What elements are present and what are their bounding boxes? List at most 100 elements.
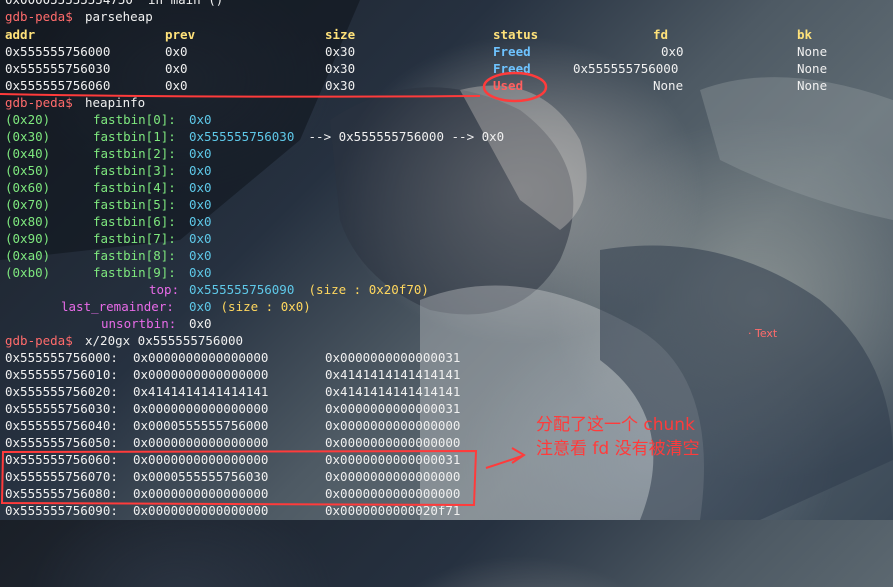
cell-fd: 0x0	[661, 44, 684, 59]
mem-qword: 0x4141414141414141	[325, 384, 461, 399]
parseheap-row: 0x555555756060 0x0 0x30 Used None None	[5, 77, 827, 94]
cell-addr: 0x555555756030	[5, 61, 111, 76]
fastbin-chain: --> 0x555555756000 --> 0x0	[301, 129, 505, 144]
mem-qword: 0x0000000000000000	[325, 469, 461, 484]
command-line-x20gx: gdb-peda$ x/20gx 0x555555756000	[5, 332, 243, 349]
cell-fd: None	[653, 78, 684, 93]
mem-qword: 0x4141414141414141	[133, 384, 269, 399]
fastbin-label: fastbin[6]:	[93, 214, 176, 229]
memdump-row: 0x555555756070: 0x0000555555756030 0x000…	[5, 468, 460, 485]
memdump-row: 0x555555756020: 0x4141414141414141 0x414…	[5, 383, 460, 400]
command-line-parseheap: gdb-peda$ parseheap	[5, 8, 153, 25]
mem-qword: 0x4141414141414141	[325, 367, 461, 382]
fastbin-size: (0x80)	[5, 214, 51, 229]
mem-qword: 0x0000000000000031	[325, 452, 461, 467]
mem-addr: 0x555555756000:	[5, 350, 118, 365]
memdump-row: 0x555555756060: 0x0000000000000000 0x000…	[5, 451, 460, 468]
fastbin-row: (0xa0) fastbin[8]: 0x0	[5, 247, 212, 264]
mem-qword: 0x0000000000020f71	[325, 503, 461, 518]
top-chunk-row: top: 0x555555756090 (size : 0x20f70)	[5, 281, 429, 298]
memdump-row: 0x555555756010: 0x0000000000000000 0x414…	[5, 366, 460, 383]
fastbin-label: fastbin[2]:	[93, 146, 176, 161]
fastbin-size: (0xb0)	[5, 265, 51, 280]
mem-qword: 0x0000000000000000	[133, 350, 269, 365]
col-addr-header: addr	[5, 27, 36, 42]
cell-bk: None	[797, 61, 828, 76]
annotation-text-line2: 注意看 fd 没有被清空	[536, 439, 700, 459]
mem-qword: 0x0000000000000000	[325, 418, 461, 433]
fastbin-size: (0x60)	[5, 180, 51, 195]
previous-output-line: 0x000055555554750 in main ()	[5, 0, 223, 8]
command-text: heapinfo	[85, 95, 146, 110]
last-remainder-size: (size : 0x0)	[213, 299, 311, 314]
terminal-output: 0x000055555554750 in main () gdb-peda$ p…	[0, 0, 893, 520]
memdump-row: 0x555555756080: 0x0000000000000000 0x000…	[5, 485, 460, 502]
mem-qword: 0x0000000000000000	[133, 452, 269, 467]
mem-qword: 0x0000000000000000	[133, 435, 269, 450]
fastbin-row: (0x50) fastbin[3]: 0x0	[5, 162, 212, 179]
fastbin-label: fastbin[1]:	[93, 129, 176, 144]
top-label: top:	[149, 282, 180, 297]
fastbin-label: fastbin[5]:	[93, 197, 176, 212]
cell-addr: 0x555555756000	[5, 44, 111, 59]
cell-fd: 0x555555756000	[573, 61, 679, 76]
mem-qword: 0x0000000000000000	[133, 486, 269, 501]
cell-bk: None	[797, 78, 828, 93]
cell-prev: 0x0	[165, 61, 188, 76]
top-size: (size : 0x20f70)	[301, 282, 429, 297]
mem-addr: 0x555555756010:	[5, 367, 118, 382]
fastbin-label: fastbin[4]:	[93, 180, 176, 195]
mem-addr: 0x555555756020:	[5, 384, 118, 399]
mem-addr: 0x555555756040:	[5, 418, 118, 433]
previous-output-text: 0x000055555554750 in main ()	[5, 0, 223, 8]
last-remainder-value: 0x0	[189, 299, 212, 314]
fastbin-value: 0x0	[189, 163, 212, 178]
parseheap-row: 0x555555756000 0x0 0x30 Freed 0x0 None	[5, 43, 827, 60]
cell-addr: 0x555555756060	[5, 78, 111, 93]
fastbin-row: (0xb0) fastbin[9]: 0x0	[5, 264, 212, 281]
memdump-row: 0x555555756090: 0x0000000000000000 0x000…	[5, 502, 460, 519]
fastbin-row: (0x90) fastbin[7]: 0x0	[5, 230, 212, 247]
cell-prev: 0x0	[165, 44, 188, 59]
fastbin-row: (0x20) fastbin[0]: 0x0	[5, 111, 212, 128]
mem-qword: 0x0000555555756000	[133, 418, 269, 433]
fastbin-label: fastbin[3]:	[93, 163, 176, 178]
fastbin-size: (0xa0)	[5, 248, 51, 263]
fastbin-row: (0x70) fastbin[5]: 0x0	[5, 196, 212, 213]
fastbin-size: (0x90)	[5, 231, 51, 246]
parseheap-header: addr prev size status fd bk	[5, 26, 812, 43]
fastbin-value: 0x0	[189, 146, 212, 161]
unsortbin-value: 0x0	[189, 316, 212, 331]
parseheap-row: 0x555555756030 0x0 0x30 Freed 0x55555575…	[5, 60, 827, 77]
col-fd-header: fd	[653, 27, 669, 42]
fastbin-value: 0x0	[189, 180, 212, 195]
command-text: parseheap	[85, 9, 153, 24]
fastbin-size: (0x70)	[5, 197, 51, 212]
command-line-heapinfo: gdb-peda$ heapinfo	[5, 94, 145, 111]
col-size-header: size	[325, 27, 356, 42]
fastbin-row: (0x60) fastbin[4]: 0x0	[5, 179, 212, 196]
cell-size: 0x30	[325, 44, 356, 59]
mem-qword: 0x0000000000000000	[325, 435, 461, 450]
mem-qword: 0x0000555555756030	[133, 469, 269, 484]
mem-addr: 0x555555756070:	[5, 469, 118, 484]
fastbin-size: (0x30)	[5, 129, 51, 144]
mem-addr: 0x555555756090:	[5, 503, 118, 518]
mem-addr: 0x555555756080:	[5, 486, 118, 501]
cell-status: Freed	[493, 44, 531, 59]
fastbin-size: (0x20)	[5, 112, 51, 127]
fastbin-label: fastbin[0]:	[93, 112, 176, 127]
fastbin-row: (0x30) fastbin[1]: 0x555555756030 --> 0x…	[5, 128, 504, 145]
fastbin-value: 0x0	[189, 231, 212, 246]
last-remainder-label: last_remainder:	[61, 299, 174, 314]
memdump-row: 0x555555756000: 0x0000000000000000 0x000…	[5, 349, 460, 366]
annotation-side-tag: · Text	[748, 327, 778, 340]
mem-qword: 0x0000000000000000	[133, 503, 269, 518]
fastbin-value: 0x0	[189, 214, 212, 229]
mem-qword: 0x0000000000000031	[325, 350, 461, 365]
mem-qword: 0x0000000000000000	[133, 367, 269, 382]
cell-size: 0x30	[325, 78, 356, 93]
col-status-header: status	[493, 27, 539, 42]
fastbin-value: 0x0	[189, 197, 212, 212]
unsortbin-label: unsortbin:	[101, 316, 177, 331]
